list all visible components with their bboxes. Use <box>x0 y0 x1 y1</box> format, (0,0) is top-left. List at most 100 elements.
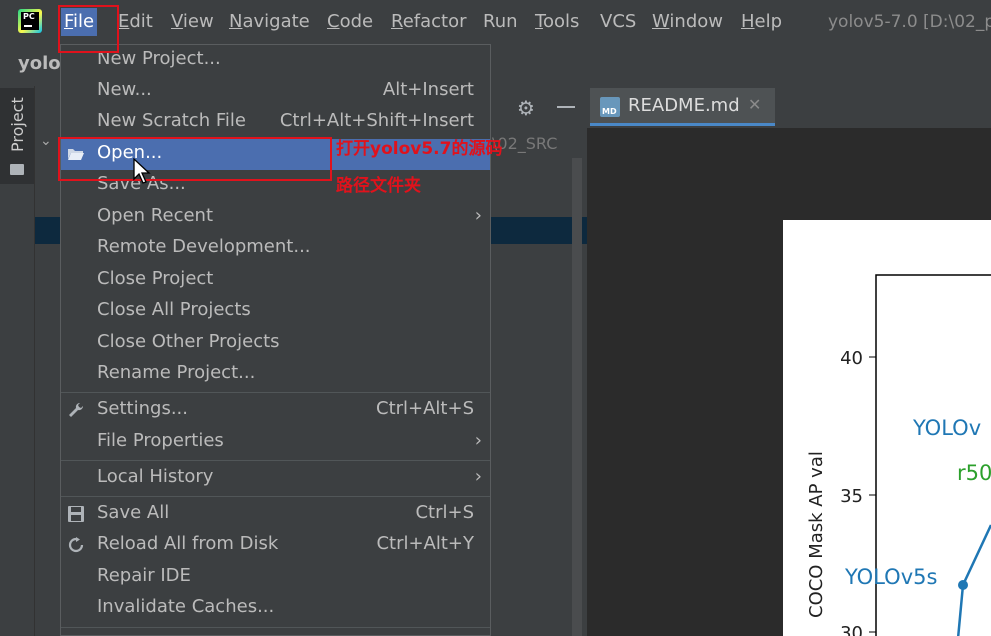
menu-item-local-history[interactable]: Local History › <box>61 463 490 494</box>
menu-item-shortcut: Alt+Insert <box>382 79 474 100</box>
tab-readme[interactable]: MD README.md ✕ <box>590 88 775 126</box>
menu-item-label: Close Other Projects <box>97 331 280 352</box>
menu-item-label: Invalidate Caches... <box>97 596 275 617</box>
menu-item-close-project[interactable]: Close Project <box>61 265 490 296</box>
close-icon[interactable]: ✕ <box>748 95 761 114</box>
menu-refactor[interactable]: Refactor <box>388 8 470 36</box>
menu-label: ile <box>73 11 95 32</box>
data-point <box>958 580 968 590</box>
menu-item-rename-project[interactable]: Rename Project... <box>61 359 490 390</box>
menu-item-label: Rename Project... <box>97 362 256 383</box>
md-icon-text: MD <box>602 107 617 116</box>
y-tick-35: 35 <box>840 486 863 507</box>
gear-icon[interactable]: ⚙ <box>517 96 535 120</box>
menu-vcs[interactable]: VCS <box>597 8 639 36</box>
menu-mnemonic: T <box>535 11 543 32</box>
submenu-arrow-icon: › <box>474 205 482 226</box>
menu-label: indow <box>669 11 723 32</box>
reload-icon <box>68 537 84 553</box>
folder-icon <box>10 164 24 175</box>
save-icon <box>68 506 84 522</box>
menu-label: avigate <box>242 11 310 32</box>
menu-run[interactable]: Run <box>480 8 521 36</box>
menu-item-label: New Scratch File <box>97 110 246 131</box>
wrench-icon <box>69 402 84 417</box>
menu-tools[interactable]: Tools <box>532 8 582 36</box>
menu-item-new-project[interactable]: New Project... <box>61 45 490 76</box>
menu-item-reload-all[interactable]: Reload All from Disk Ctrl+Alt+Y <box>61 530 490 561</box>
menu-item-file-properties[interactable]: File Properties › <box>61 427 490 458</box>
menu-mnemonic: R <box>391 11 403 32</box>
menu-item-label: Remote Development... <box>97 236 311 257</box>
menu-file[interactable]: File <box>61 8 98 36</box>
menu-item-label: Open Recent <box>97 205 214 226</box>
menu-navigate[interactable]: Navigate <box>226 8 313 36</box>
readme-chart: 40 35 30 COCO Mask AP val YOLOv r50 YOLO… <box>783 220 991 636</box>
menu-mnemonic: E <box>118 11 130 32</box>
menu-item-invalidate-caches[interactable]: Invalidate Caches... <box>61 593 490 624</box>
menu-item-remote-development[interactable]: Remote Development... <box>61 233 490 264</box>
menu-item-label: New... <box>97 79 152 100</box>
file-menu-dropdown: New Project... New... Alt+Insert New Scra… <box>60 44 491 636</box>
menu-view[interactable]: View <box>168 8 217 36</box>
menu-item-label: Settings... <box>97 398 188 419</box>
menu-code[interactable]: Code <box>324 8 376 36</box>
point-label-r50: r50 <box>957 461 991 485</box>
menu-label: VCS <box>600 11 637 32</box>
menu-item-label: File Properties <box>97 430 224 451</box>
menu-separator <box>61 460 490 461</box>
menu-label: ools <box>542 11 580 32</box>
window-title: yolov5-7.0 [D:\02_p <box>828 12 991 32</box>
submenu-arrow-icon: › <box>474 466 482 487</box>
menu-item-label: Save All <box>97 502 170 523</box>
menu-edit[interactable]: Edit <box>115 8 156 36</box>
menu-mnemonic: N <box>229 11 243 32</box>
folder-open-icon <box>68 149 84 160</box>
tab-label: README.md <box>628 95 740 116</box>
project-tab-label: Project <box>8 97 27 152</box>
menu-item-shortcut: Ctrl+Alt+Y <box>376 533 474 554</box>
menu-item-new[interactable]: New... Alt+Insert <box>61 76 490 107</box>
menu-label: efactor <box>402 11 467 32</box>
menu-item-label: Reload All from Disk <box>97 533 279 554</box>
menu-item-shortcut: Ctrl+Alt+S <box>376 398 474 419</box>
menu-label: Run <box>483 11 518 32</box>
chevron-down-icon[interactable]: ⌄ <box>40 133 52 149</box>
menu-item-settings[interactable]: Settings... Ctrl+Alt+S <box>61 395 490 426</box>
menu-item-label: Close Project <box>97 268 214 289</box>
menu-item-repair-ide[interactable]: Repair IDE <box>61 562 490 593</box>
menu-help[interactable]: Help <box>738 8 785 36</box>
point-label-yolov: YOLOv <box>912 416 981 440</box>
menu-item-close-other-projects[interactable]: Close Other Projects <box>61 328 490 359</box>
menu-item-shortcut: Ctrl+Alt+Shift+Insert <box>279 110 474 131</box>
minimize-icon[interactable] <box>557 106 575 108</box>
submenu-arrow-icon: › <box>474 430 482 451</box>
menu-item-label: New Project... <box>97 48 221 69</box>
menu-label: iew <box>182 11 214 32</box>
y-tick-30: 30 <box>840 623 863 636</box>
markdown-file-icon: MD <box>600 97 620 117</box>
menu-item-open-recent[interactable]: Open Recent › <box>61 202 490 233</box>
menu-item-label: Local History <box>97 466 214 487</box>
menu-label: dit <box>129 11 153 32</box>
y-axis-label: COCO Mask AP val <box>806 451 827 618</box>
y-tick-40: 40 <box>840 348 863 369</box>
menu-separator <box>61 496 490 497</box>
menu-item-save-all[interactable]: Save All Ctrl+S <box>61 499 490 530</box>
annotation-text: 打开yolov5.7的源码 <box>336 139 503 159</box>
menu-item-close-all-projects[interactable]: Close All Projects <box>61 296 490 327</box>
menu-item-label: Repair IDE <box>97 565 191 586</box>
chart-svg: 40 35 30 COCO Mask AP val YOLOv r50 YOLO… <box>806 274 991 636</box>
menu-separator <box>61 392 490 393</box>
pycharm-logo-icon[interactable]: PC <box>18 9 42 33</box>
menu-item-save-as[interactable]: Save As... <box>61 170 490 201</box>
scrollbar[interactable] <box>572 158 582 636</box>
menu-mnemonic: W <box>652 11 670 32</box>
project-name[interactable]: yolo <box>18 53 61 74</box>
menu-item-label: Close All Projects <box>97 299 251 320</box>
menu-label: ode <box>339 11 374 32</box>
menu-window[interactable]: Window <box>649 8 726 36</box>
menu-label: elp <box>754 11 783 32</box>
menu-item-shortcut: Ctrl+S <box>415 502 474 523</box>
menu-mnemonic: H <box>741 11 755 32</box>
